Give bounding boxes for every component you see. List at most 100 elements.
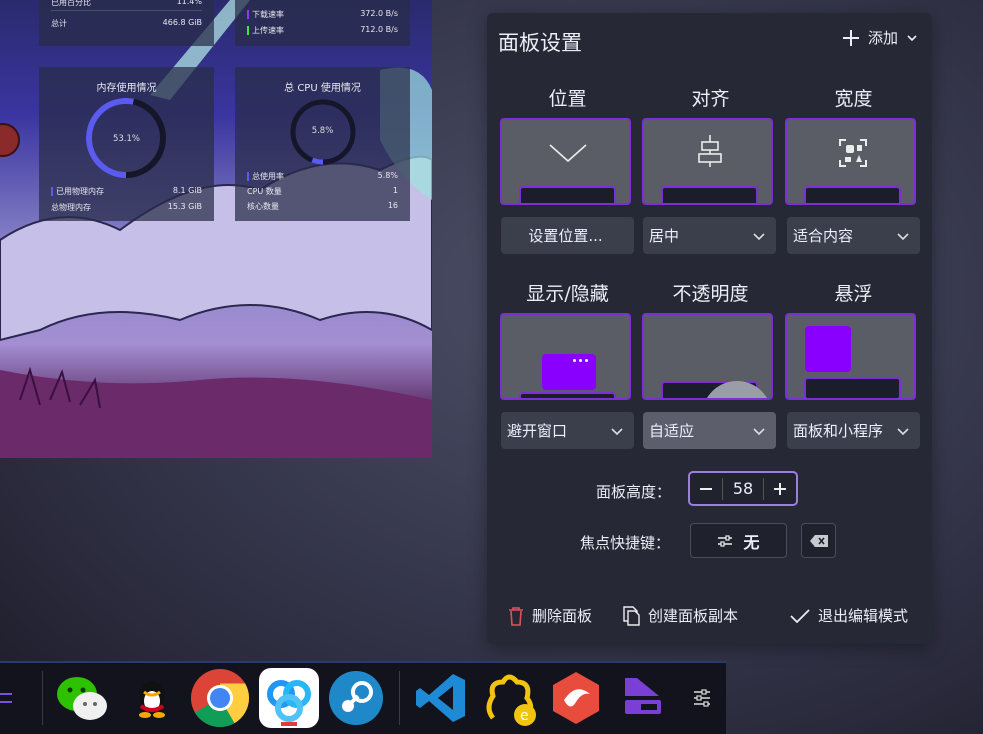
trash-icon: [509, 606, 523, 626]
panel-bar-preview: [661, 186, 758, 203]
position-header: 位置: [548, 88, 587, 110]
panel-title: 面板设置: [498, 31, 582, 55]
cpu-cores-label: 核心数量: [247, 202, 279, 211]
chevron-down-icon: [753, 232, 765, 240]
floating-preview[interactable]: [785, 313, 916, 400]
chevron-down-icon: [611, 427, 623, 435]
panel-bar-preview: [804, 186, 901, 203]
exit-edit-mode-label: 退出编辑模式: [818, 607, 909, 625]
disk-usage-card: 已用百分比 11.4% 总计 466.8 GiB: [39, 0, 214, 46]
cpu-count-value: 1: [392, 186, 398, 195]
plus-icon: [842, 29, 859, 46]
floating-value: 面板和小程序: [793, 422, 884, 440]
alignment-value: 居中: [649, 227, 680, 245]
disk-total-label: 总计: [51, 19, 67, 28]
add-widget-button[interactable]: 添加: [842, 27, 918, 48]
set-position-button[interactable]: 设置位置...: [501, 217, 634, 254]
panel-height-label: 面板高度：: [596, 483, 672, 501]
checkmark-icon: [790, 608, 810, 623]
chevron-down-icon: [549, 144, 587, 163]
chevron-down-icon: [897, 427, 909, 435]
clear-shortcut-button[interactable]: [801, 523, 836, 558]
width-header: 宽度: [834, 88, 873, 110]
memory-usage-card: 内存使用情况 53.1% 已用物理内存 8.1 GiB 总物理内存 15.3 G…: [39, 67, 214, 221]
copy-icon: [623, 605, 640, 626]
memory-title: 内存使用情况: [96, 83, 157, 94]
focus-shortcut-label: 焦点快捷键：: [580, 534, 671, 552]
alignment-header: 对齐: [691, 88, 730, 110]
cpu-title: 总 CPU 使用情况: [284, 83, 361, 94]
visibility-select[interactable]: 避开窗口: [501, 412, 634, 449]
memory-used-value: 8.1 GiB: [172, 186, 202, 195]
chevron-down-icon: [907, 34, 917, 41]
panel-bar-preview: [519, 186, 616, 203]
chrome-icon[interactable]: [190, 668, 250, 728]
chevron-down-icon: [753, 427, 765, 435]
floating-select[interactable]: 面板和小程序: [787, 412, 920, 449]
opacity-preview[interactable]: [642, 313, 773, 400]
download-rate-value: 372.0 B/s: [360, 9, 398, 18]
width-select[interactable]: 适合内容: [787, 217, 920, 254]
system-monitor-window: 已用百分比 11.4% 总计 466.8 GiB 下载速率 372.0 B/s …: [0, 0, 432, 458]
visibility-header: 显示/隐藏: [526, 283, 609, 305]
cpu-percent: 5.8%: [311, 126, 334, 136]
cpu-usage-label: 总使用率: [252, 172, 284, 181]
wechat-icon[interactable]: [52, 668, 112, 728]
clone-panel-label: 创建面板副本: [648, 607, 739, 625]
memory-percent: 53.1%: [112, 134, 140, 144]
opacity-select[interactable]: 自适应: [643, 412, 776, 449]
floating-header: 悬浮: [834, 283, 873, 305]
network-card: 下载速率 372.0 B/s 上传速率 712.0 B/s: [235, 0, 410, 46]
settings-icon[interactable]: [680, 668, 724, 728]
visibility-preview[interactable]: [500, 313, 631, 400]
configure-icon: [718, 534, 733, 547]
panel-app-icon[interactable]: [613, 668, 673, 728]
delete-panel-button[interactable]: 删除面板: [508, 605, 592, 626]
svg-text:e: e: [520, 708, 529, 724]
disk-used-pct-label: 已用百分比: [51, 0, 91, 7]
upload-rate-value: 712.0 B/s: [360, 25, 398, 34]
panel-bar-preview: [804, 377, 901, 398]
fit-content-icon: [839, 139, 867, 167]
qq-icon[interactable]: [121, 668, 181, 728]
width-preview[interactable]: [785, 118, 916, 205]
width-value: 适合内容: [793, 227, 854, 245]
applet-preview: [805, 326, 851, 372]
memory-total-label: 总物理内存: [51, 203, 91, 212]
cpu-usage-value: 5.8%: [377, 171, 398, 180]
alignment-preview[interactable]: [642, 118, 773, 205]
decrement-button[interactable]: [690, 473, 722, 504]
clone-panel-button[interactable]: 创建面板副本: [622, 605, 738, 626]
window-preview: [542, 354, 596, 390]
launcher-icon[interactable]: [0, 688, 14, 708]
add-label: 添加: [867, 29, 898, 47]
position-preview[interactable]: [500, 118, 631, 205]
cpu-cores-value: 16: [387, 201, 398, 210]
focus-shortcut-button[interactable]: 无: [690, 523, 787, 558]
backspace-icon: [809, 534, 828, 547]
opacity-value: 自适应: [649, 422, 695, 440]
focus-shortcut-value: 无: [743, 532, 760, 552]
visibility-value: 避开窗口: [507, 422, 568, 440]
alignment-select[interactable]: 居中: [643, 217, 776, 254]
delete-panel-label: 删除面板: [532, 607, 593, 625]
disk-used-pct-value: 11.4%: [176, 0, 202, 6]
upload-rate-label: 上传速率: [252, 26, 284, 35]
baidu-netdisk-icon[interactable]: [259, 668, 319, 728]
vscode-icon[interactable]: [411, 668, 471, 728]
panel-height-value[interactable]: 58: [723, 479, 763, 498]
steam-icon[interactable]: [326, 668, 386, 728]
app-red-icon[interactable]: [546, 668, 606, 728]
taskbar: e: [0, 661, 726, 734]
download-rate-label: 下载速率: [252, 10, 284, 19]
minus-icon: [700, 487, 712, 490]
opacity-header: 不透明度: [672, 283, 749, 305]
panel-height-spinbox[interactable]: 58: [688, 471, 798, 506]
eclipse-icon[interactable]: e: [479, 668, 539, 728]
cpu-count-label: CPU 数量: [247, 187, 282, 196]
exit-edit-mode-button[interactable]: 退出编辑模式: [790, 605, 908, 626]
plus-icon: [774, 482, 786, 495]
chevron-down-icon: [897, 232, 909, 240]
set-position-label: 设置位置...: [528, 227, 603, 245]
increment-button[interactable]: [764, 473, 796, 504]
